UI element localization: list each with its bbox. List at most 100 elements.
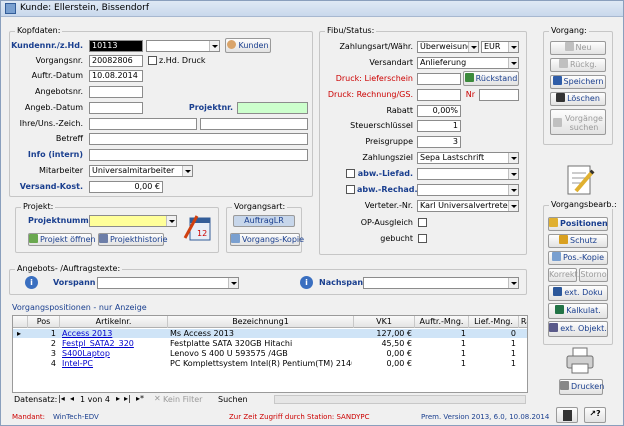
zahlungsart-select[interactable]: Überweisung xyxy=(417,41,479,53)
note-edit-icon[interactable] xyxy=(564,163,596,197)
rueckg-button[interactable]: Rückg. xyxy=(550,58,606,72)
angeb-datum-label: Angeb.-Datum xyxy=(24,103,83,112)
vorgangs-kopie-button[interactable]: Vorgangs-Kopie xyxy=(230,233,304,246)
col-auftr-mng[interactable]: Auftr.-Mng. xyxy=(415,316,469,328)
pos-kopie-button[interactable]: Pos.-Kopie xyxy=(548,251,608,265)
help-button[interactable]: ↗? xyxy=(584,407,606,423)
zhd-select[interactable] xyxy=(146,40,220,52)
gebucht-checkbox[interactable] xyxy=(418,234,427,243)
col-lief-mng[interactable]: Lief.-Mng. xyxy=(469,316,519,328)
last-record-icon[interactable]: ▸| xyxy=(124,394,131,403)
next-record-icon[interactable]: ▸ xyxy=(116,394,120,403)
cell-artikelnr[interactable]: Festpl_SATA2_320 xyxy=(62,339,166,348)
navigator-filter[interactable]: Kein Filter xyxy=(163,395,202,404)
nachspann-select[interactable] xyxy=(363,277,519,289)
projektnummer-select[interactable] xyxy=(89,215,177,227)
copy-icon xyxy=(231,234,240,243)
angebotsnr-input[interactable] xyxy=(89,86,143,98)
positions-title: Vorgangspositionen - nur Anzeige xyxy=(12,303,147,312)
horizontal-scrollbar[interactable] xyxy=(274,395,526,404)
grid-header-rowselector xyxy=(13,316,28,328)
table-row[interactable]: 2 Festpl_SATA2_320 Festplatte SATA 320GB… xyxy=(13,339,527,348)
waehrung-select[interactable]: EUR xyxy=(481,41,519,53)
op-ausgleich-checkbox[interactable] xyxy=(418,218,427,227)
speichern-button[interactable]: Speichern xyxy=(550,75,606,89)
kalkulat-button[interactable]: Kalkulat. xyxy=(548,303,608,319)
ext-objekt-button[interactable]: ext. Objekt. xyxy=(548,321,608,337)
vorspann-label: Vorspann xyxy=(53,278,96,287)
druck-rechnung-input[interactable] xyxy=(417,89,461,101)
abw-rechad-select[interactable] xyxy=(417,184,519,196)
druck-lieferschein-input[interactable] xyxy=(417,73,461,85)
exit-button[interactable] xyxy=(556,407,578,423)
zhd-druck-checkbox[interactable] xyxy=(148,56,157,65)
korrekt-button[interactable]: Korrekt. xyxy=(548,268,580,282)
pos-kopie-label: Pos.-Kopie xyxy=(563,253,604,262)
printer-icon[interactable] xyxy=(564,347,596,375)
mitarbeiter-select[interactable]: Universalmitarbeiter xyxy=(89,165,193,177)
vorgaenge-suchen-button[interactable]: Vorgänge suchen xyxy=(550,109,606,135)
table-row[interactable]: ▸ 1 Access 2013 Ms Access 2013 127,00 € … xyxy=(13,329,527,338)
rabatt-input[interactable]: 0,00% xyxy=(417,105,461,117)
storno-button[interactable]: Storno xyxy=(579,268,608,282)
preisgruppe-input[interactable]: 3 xyxy=(417,136,461,148)
positionen-button[interactable]: Positionen xyxy=(548,217,608,231)
first-record-icon[interactable]: |◂ xyxy=(58,394,65,403)
cell-artikelnr[interactable]: Intel-PC xyxy=(62,359,166,368)
navigator-search[interactable]: Suchen xyxy=(218,395,248,404)
angeb-datum-input[interactable] xyxy=(89,102,143,114)
cell-auftr-mng: 1 xyxy=(460,339,466,348)
cell-vk1: 127,00 € xyxy=(376,329,412,338)
abw-rechad-label: abw.-Rechad. xyxy=(357,185,418,194)
version-status: Prem. Version 2013, 6.0, 10.08.2014 xyxy=(421,413,550,421)
info-input[interactable] xyxy=(89,149,308,161)
cell-vk1: 0,00 € xyxy=(386,349,412,358)
rechnung-nr-input[interactable] xyxy=(479,89,519,101)
table-row[interactable]: 4 Intel-PC PC Komplettsystem Intel(R) Pe… xyxy=(13,359,527,368)
new-record-icon[interactable]: ▸* xyxy=(136,394,144,403)
vorgangsnr-input[interactable]: 20082806 xyxy=(89,55,143,67)
fibu-title: Fibu/Status: xyxy=(325,26,377,35)
col-artikelnr[interactable]: Artikelnr. xyxy=(60,316,168,328)
auftr-datum-input[interactable]: 10.08.2014 xyxy=(89,70,143,82)
versandart-select[interactable]: Anlieferung xyxy=(417,57,519,69)
col-vk1[interactable]: VK1 xyxy=(354,316,415,328)
cell-artikelnr[interactable]: S400Laptop xyxy=(62,349,166,358)
loeschen-button[interactable]: Löschen xyxy=(550,92,606,106)
project-calendar-icon[interactable]: 12 xyxy=(183,212,213,242)
record-navigator: Datensatz: |◂ ◂ 1 von 4 ▸ ▸| ▸* ✕ Kein F… xyxy=(12,394,528,405)
svg-text:12: 12 xyxy=(197,229,207,238)
prev-record-icon[interactable]: ◂ xyxy=(70,394,74,403)
table-row[interactable]: 3 S400Laptop Lenovo S 400 U 593575 /4GB … xyxy=(13,349,527,358)
vorgangsart-type-button[interactable]: AuftragLR xyxy=(233,215,295,227)
projektnr-input[interactable] xyxy=(237,102,308,114)
navigator-position[interactable]: 1 von 4 xyxy=(80,395,110,404)
col-rabatt[interactable]: Rä xyxy=(519,316,527,328)
abw-rechad-checkbox[interactable] xyxy=(346,185,355,194)
drucken-button[interactable]: Drucken xyxy=(559,379,604,395)
uns-zeichen-input[interactable] xyxy=(200,118,308,130)
projekt-oeffnen-button[interactable]: Projekt öffnen xyxy=(28,233,96,246)
col-pos[interactable]: Pos xyxy=(28,316,60,328)
exit-door-icon xyxy=(562,410,572,421)
zahlungsziel-select[interactable]: Sepa Lastschrift xyxy=(417,152,519,164)
projekthistorie-button[interactable]: Projekthistorie xyxy=(98,233,168,246)
neu-button[interactable]: Neu xyxy=(550,41,606,55)
abw-liefad-select[interactable] xyxy=(417,168,519,180)
cell-artikelnr[interactable]: Access 2013 xyxy=(62,329,166,338)
kunden-button[interactable]: Kunden xyxy=(225,38,271,53)
ext-doku-button[interactable]: ext. Doku xyxy=(548,285,608,301)
abw-liefad-checkbox[interactable] xyxy=(346,169,355,178)
versand-kost-input[interactable]: 0,00 € xyxy=(89,181,163,193)
steuerschluessel-input[interactable]: 1 xyxy=(417,120,461,132)
kundennr-input[interactable]: 10113 xyxy=(89,40,143,52)
ihre-zeichen-input[interactable] xyxy=(89,118,197,130)
waehrung-value: EUR xyxy=(484,42,501,51)
vertreter-select[interactable]: Karl Universalvertreter xyxy=(417,200,519,212)
betreff-input[interactable] xyxy=(89,133,308,145)
rueckstand-button[interactable]: Rückstand xyxy=(463,71,519,86)
chevron-down-icon xyxy=(468,42,478,52)
col-bezeichnung[interactable]: Bezeichnung1 xyxy=(168,316,354,328)
schutz-button[interactable]: Schutz xyxy=(548,234,608,248)
vorspann-select[interactable] xyxy=(97,277,239,289)
